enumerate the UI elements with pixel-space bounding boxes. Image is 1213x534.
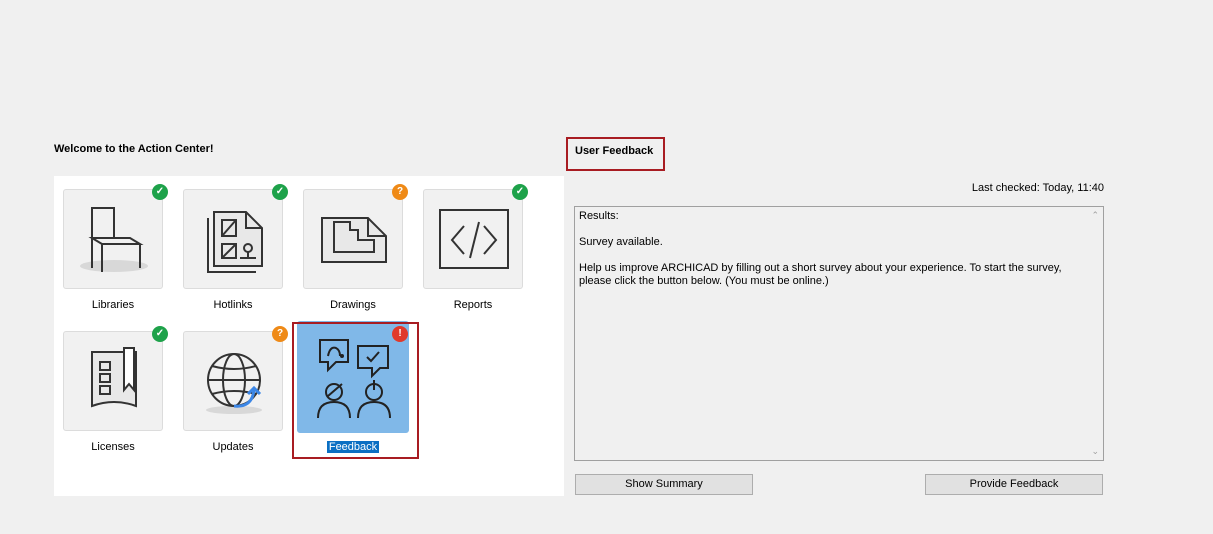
tile-label: Drawings: [330, 299, 376, 311]
code-icon: [439, 209, 509, 269]
action-center-grid: ✓ Libraries ✓ Hotlinks ? Drawings ✓ Repo…: [54, 176, 564, 496]
results-status: Survey available.: [579, 236, 663, 248]
hotlinks-tile-box[interactable]: [183, 189, 283, 289]
tile-label: Libraries: [91, 299, 135, 311]
globe-update-icon: [206, 353, 262, 414]
status-ok-badge: ✓: [152, 184, 168, 200]
updates-tile-box[interactable]: [183, 331, 283, 431]
show-summary-button[interactable]: Show Summary: [575, 474, 753, 495]
tile-licenses[interactable]: ✓ Licenses: [54, 318, 174, 456]
status-ok-badge: ✓: [152, 326, 168, 342]
tile-updates[interactable]: ? Updates: [174, 318, 294, 456]
tile-label: Reports: [453, 299, 493, 311]
tile-libraries[interactable]: ✓ Libraries: [54, 176, 174, 314]
selection-highlight-frame: [292, 322, 419, 459]
tile-label: Hotlinks: [213, 299, 253, 311]
chair-icon: [80, 207, 148, 272]
reports-tile-box[interactable]: [423, 189, 523, 289]
user-feedback-title: User Feedback: [566, 137, 665, 171]
tile-reports[interactable]: ✓ Reports: [414, 176, 534, 314]
scroll-down-icon[interactable]: ⌄: [1091, 445, 1099, 458]
drawings-tile-box[interactable]: [303, 189, 403, 289]
tile-label: Updates: [212, 441, 254, 453]
status-question-badge: ?: [392, 184, 408, 200]
welcome-title: Welcome to the Action Center!: [54, 143, 214, 155]
drawings-icon: [321, 217, 387, 263]
status-question-badge: ?: [272, 326, 288, 342]
status-ok-badge: ✓: [512, 184, 528, 200]
results-heading: Results:: [579, 210, 619, 222]
status-ok-badge: ✓: [272, 184, 288, 200]
results-textbox[interactable]: Results: Survey available. Help us impro…: [574, 206, 1104, 461]
last-checked-text: Last checked: Today, 11:40: [971, 182, 1104, 194]
scroll-up-icon[interactable]: ⌃: [1091, 209, 1099, 222]
tile-drawings[interactable]: ? Drawings: [294, 176, 414, 314]
tile-label: Licenses: [91, 441, 135, 453]
licenses-tile-box[interactable]: [63, 331, 163, 431]
libraries-tile-box[interactable]: [63, 189, 163, 289]
hotlinks-icon: [207, 211, 263, 273]
license-icon: [91, 347, 137, 408]
provide-feedback-button[interactable]: Provide Feedback: [925, 474, 1103, 495]
tile-hotlinks[interactable]: ✓ Hotlinks: [174, 176, 294, 314]
results-body: Help us improve ARCHICAD by filling out …: [579, 262, 1062, 287]
